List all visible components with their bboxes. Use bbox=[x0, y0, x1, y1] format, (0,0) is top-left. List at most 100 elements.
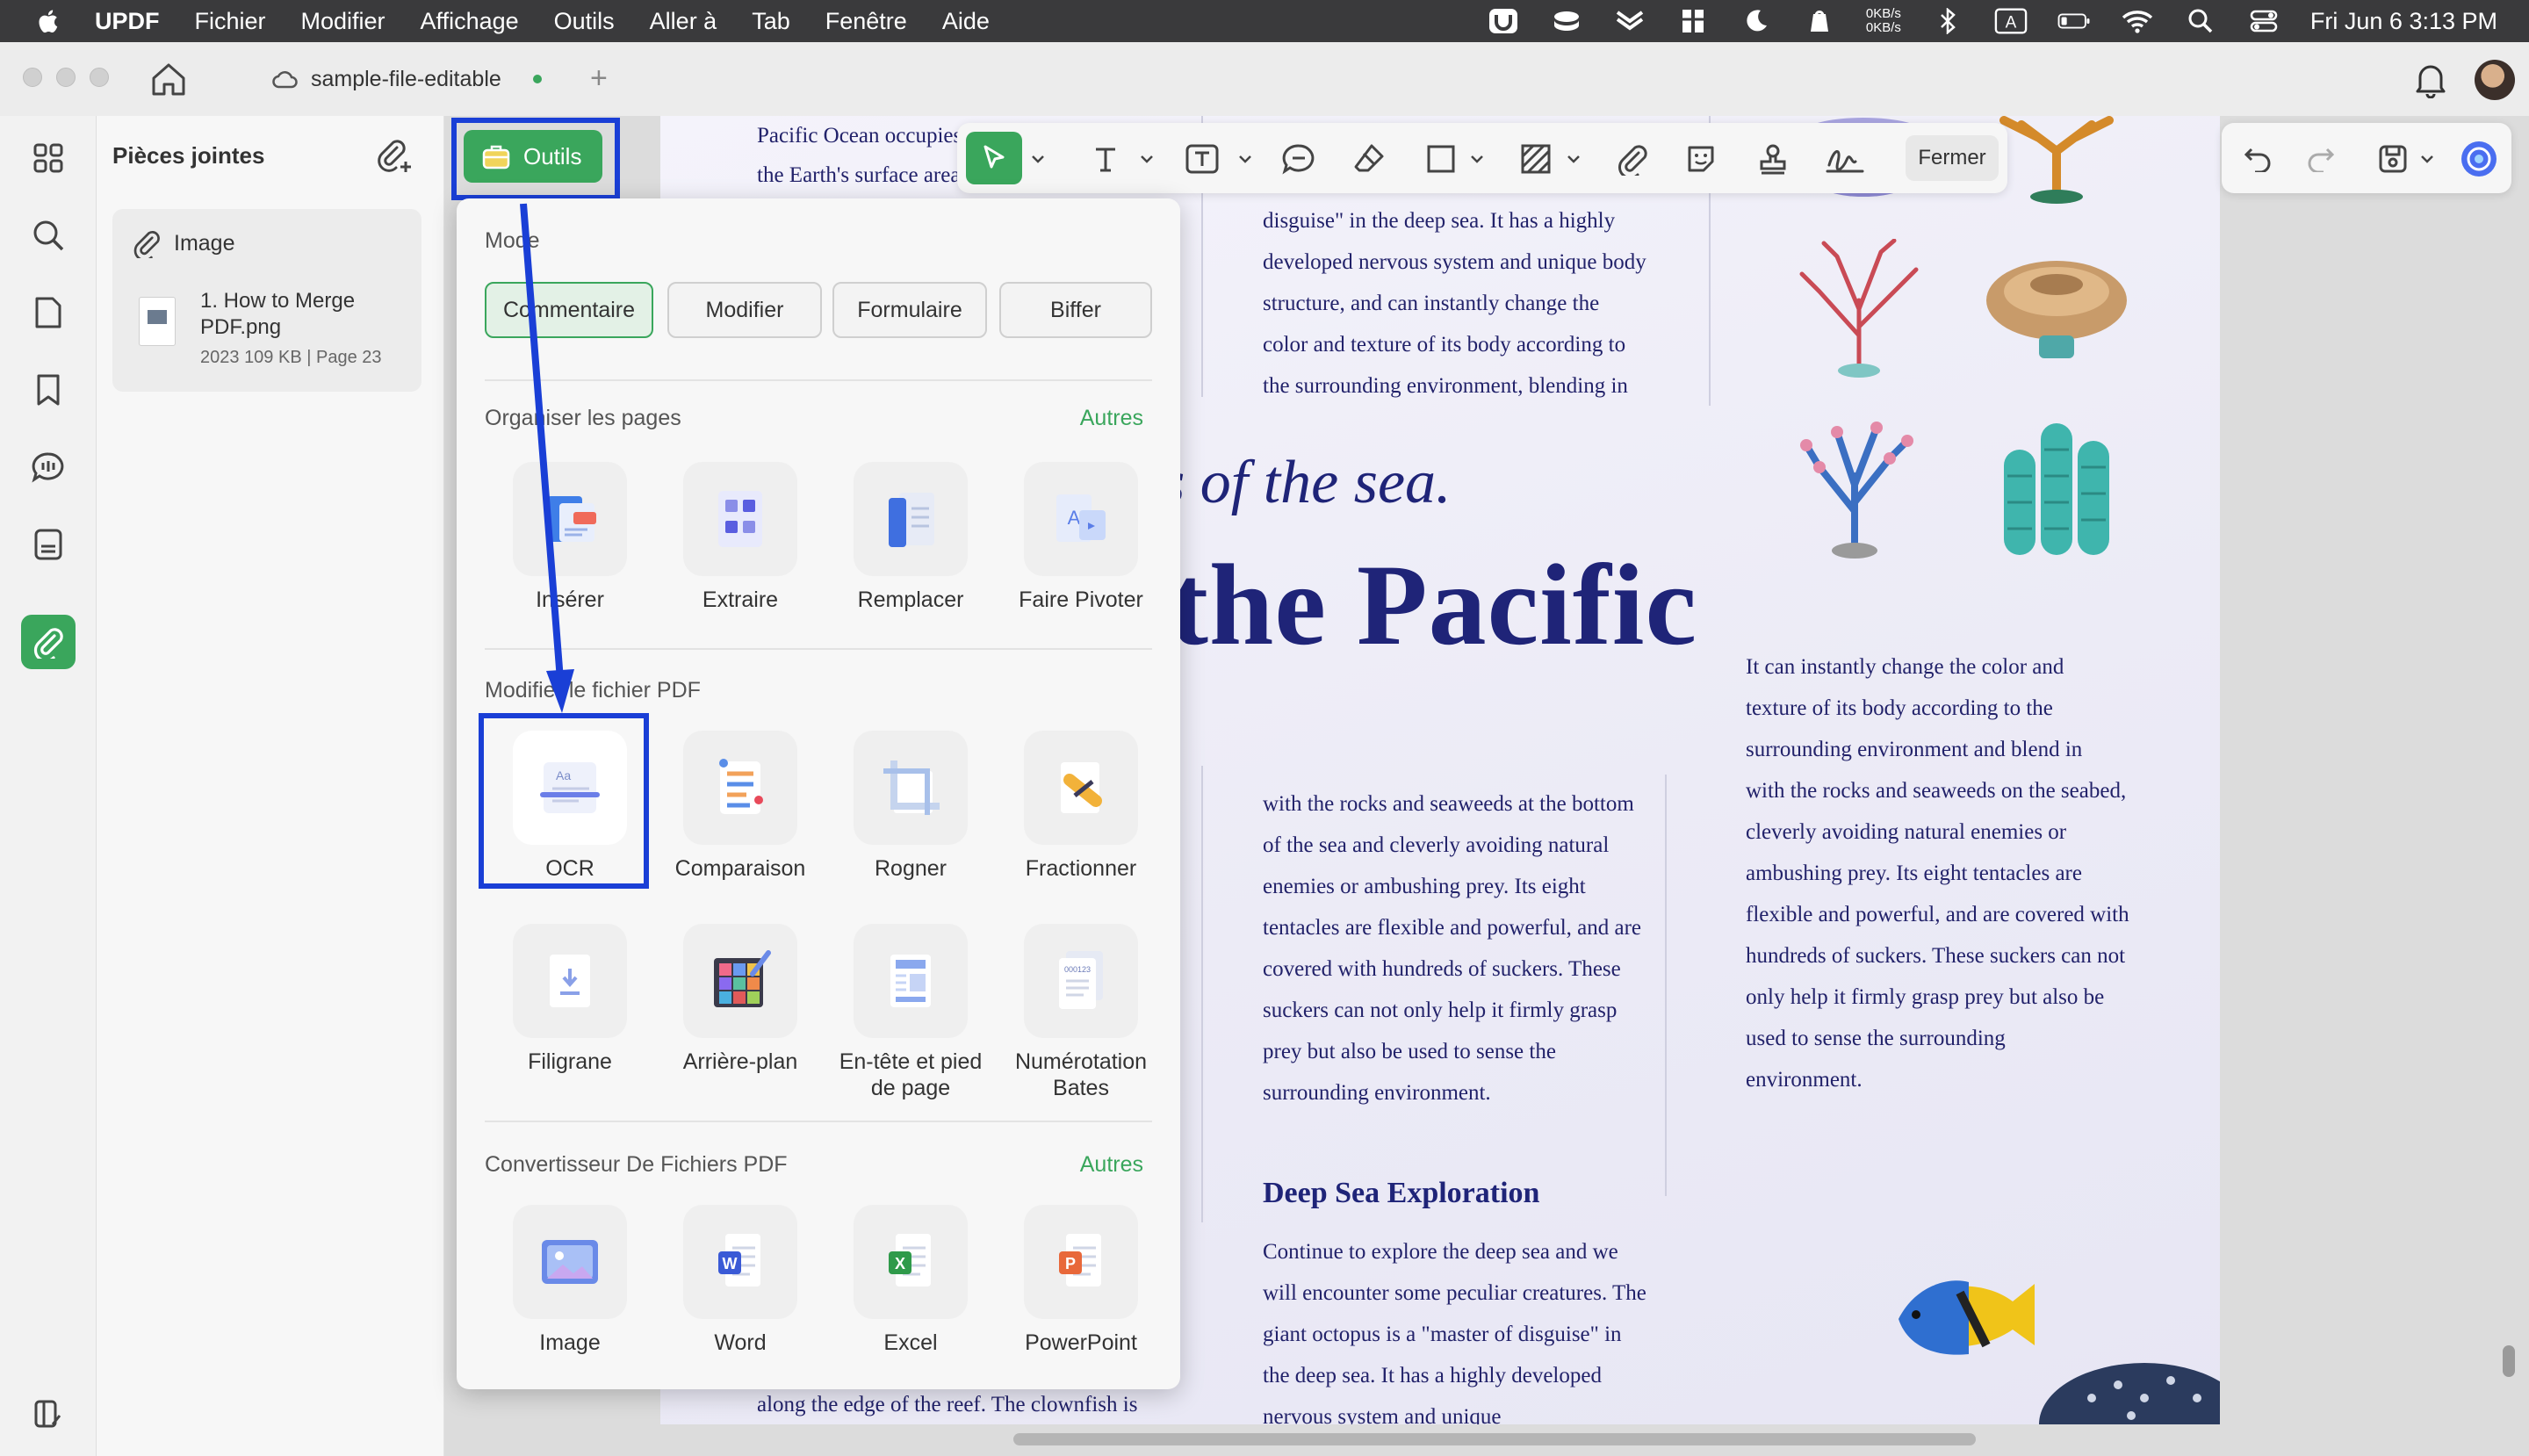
updf-status-icon[interactable] bbox=[1487, 8, 1520, 34]
bookmark-icon[interactable] bbox=[29, 371, 68, 409]
window-zoom-button[interactable] bbox=[90, 68, 109, 87]
page-col-left-top: Pacific Ocean occupies the Earth's surfac… bbox=[757, 124, 962, 187]
user-avatar[interactable] bbox=[2475, 60, 2515, 100]
close-toolbar-button[interactable]: Fermer bbox=[1906, 135, 1999, 181]
sticker-tool-icon[interactable] bbox=[1681, 139, 1721, 179]
tool-faire-pivoter[interactable]: A Faire Pivoter bbox=[996, 462, 1166, 613]
tool-convert-image[interactable]: Image bbox=[485, 1205, 655, 1356]
apple-icon[interactable] bbox=[35, 8, 60, 34]
thumbnails-icon[interactable] bbox=[29, 139, 68, 177]
save-icon[interactable] bbox=[2373, 139, 2413, 179]
section-heading: Deep Sea Exploration bbox=[1263, 1177, 1540, 1209]
bookmark-tray-icon[interactable] bbox=[1676, 8, 1710, 34]
menu-aide[interactable]: Aide bbox=[942, 8, 990, 35]
crop-icon bbox=[854, 731, 968, 845]
chevron-down-icon[interactable] bbox=[1468, 146, 1486, 172]
menu-outils[interactable]: Outils bbox=[554, 8, 615, 35]
input-source-icon[interactable]: A bbox=[1994, 8, 2028, 34]
vertical-scrollbar[interactable] bbox=[2503, 1345, 2515, 1377]
tool-convert-word[interactable]: W Word bbox=[655, 1205, 825, 1356]
tool-extraire[interactable]: Extraire bbox=[655, 462, 825, 613]
mode-formulaire-button[interactable]: Formulaire bbox=[832, 282, 987, 338]
tool-fractionner[interactable]: Fractionner bbox=[996, 731, 1166, 882]
chevron-down-icon[interactable] bbox=[2418, 146, 2436, 172]
mode-section-title: Mode bbox=[485, 228, 540, 253]
chevron-down-icon[interactable] bbox=[1236, 146, 1254, 172]
area-highlight-icon[interactable] bbox=[1516, 139, 1556, 179]
textbox-tool-icon[interactable] bbox=[1182, 139, 1222, 179]
undo-icon[interactable] bbox=[2237, 139, 2278, 179]
tool-inserer[interactable]: Insérer bbox=[485, 462, 655, 613]
menu-modifier[interactable]: Modifier bbox=[301, 8, 385, 35]
spotlight-search-icon[interactable] bbox=[2184, 8, 2217, 34]
tool-arriere-plan[interactable]: Arrière-plan bbox=[655, 924, 825, 1075]
shape-tool-icon[interactable] bbox=[1421, 139, 1461, 179]
redo-icon[interactable] bbox=[2301, 139, 2341, 179]
document-tab[interactable]: sample-file-editable bbox=[272, 58, 542, 100]
menu-fichier[interactable]: Fichier bbox=[195, 8, 266, 35]
convert-more-link[interactable]: Autres bbox=[1080, 1152, 1143, 1178]
stamp-list-icon[interactable] bbox=[29, 525, 68, 564]
tool-filigrane[interactable]: Filigrane bbox=[485, 924, 655, 1075]
tool-convert-excel[interactable]: X Excel bbox=[825, 1205, 996, 1356]
tool-comparaison[interactable]: Comparaison bbox=[655, 731, 825, 882]
attachment-card[interactable]: Image 1. How to Merge PDF.png 2023 109 K… bbox=[112, 209, 422, 392]
add-attachment-icon[interactable] bbox=[376, 137, 414, 176]
outils-highlight-frame bbox=[451, 118, 620, 200]
signature-tool-icon[interactable] bbox=[1825, 139, 1865, 179]
menu-aller-a[interactable]: Aller à bbox=[650, 8, 717, 35]
chevron-down-icon[interactable] bbox=[1138, 146, 1156, 172]
background-icon bbox=[683, 924, 797, 1038]
mode-commentaire-button[interactable]: Commentaire bbox=[485, 282, 653, 338]
download-icon[interactable] bbox=[1613, 8, 1646, 34]
battery-icon[interactable] bbox=[2057, 8, 2091, 34]
attachments-icon[interactable] bbox=[21, 615, 76, 669]
section-divider bbox=[485, 379, 1152, 381]
select-tool-button[interactable] bbox=[966, 132, 1022, 184]
search-icon[interactable] bbox=[29, 216, 68, 255]
tool-remplacer[interactable]: Remplacer bbox=[825, 462, 996, 613]
page-heading-italic: s of the sea. bbox=[1161, 449, 1452, 516]
new-tab-button[interactable]: + bbox=[590, 61, 608, 96]
mode-biffer-button[interactable]: Biffer bbox=[999, 282, 1152, 338]
svg-text:W: W bbox=[723, 1255, 738, 1272]
text-tool-icon[interactable] bbox=[1085, 139, 1126, 179]
bag-icon[interactable] bbox=[1803, 8, 1836, 34]
attachment-file-meta: 2023 109 KB | Page 23 bbox=[200, 348, 382, 367]
menu-fenetre[interactable]: Fenêtre bbox=[825, 8, 907, 35]
notification-bell-icon[interactable] bbox=[2413, 61, 2448, 98]
stamp-tool-icon[interactable] bbox=[1753, 139, 1793, 179]
control-center-icon[interactable] bbox=[2247, 8, 2280, 34]
home-icon[interactable] bbox=[149, 61, 188, 97]
column-divider bbox=[1201, 766, 1203, 1222]
tool-numerotation-bates[interactable]: 000123 Numérotation Bates bbox=[996, 924, 1166, 1101]
comments-icon[interactable] bbox=[29, 448, 68, 487]
sync-status-dot bbox=[532, 75, 542, 83]
tool-convert-powerpoint[interactable]: P PowerPoint bbox=[996, 1205, 1166, 1356]
drive-icon[interactable] bbox=[1550, 8, 1583, 34]
tool-entete-pied[interactable]: En-tête et pied de page bbox=[825, 924, 996, 1101]
eraser-tool-icon[interactable] bbox=[1349, 139, 1389, 179]
attach-file-tool-icon[interactable] bbox=[1612, 139, 1653, 179]
window-close-button[interactable] bbox=[23, 68, 42, 87]
organize-more-link[interactable]: Autres bbox=[1080, 406, 1143, 431]
mode-modifier-button[interactable]: Modifier bbox=[667, 282, 822, 338]
watermark-icon bbox=[513, 924, 627, 1038]
sidebar-collapse-icon[interactable] bbox=[29, 1395, 68, 1433]
chevron-down-icon[interactable] bbox=[1565, 146, 1582, 172]
bluetooth-icon[interactable] bbox=[1931, 8, 1964, 34]
menu-app-name[interactable]: UPDF bbox=[95, 8, 160, 35]
horizontal-scrollbar[interactable] bbox=[1013, 1433, 1976, 1445]
comment-tool-icon[interactable] bbox=[1279, 139, 1319, 179]
menu-affichage[interactable]: Affichage bbox=[421, 8, 519, 35]
chevron-down-icon[interactable] bbox=[1029, 146, 1047, 172]
moon-icon[interactable] bbox=[1740, 8, 1773, 34]
tool-rogner[interactable]: Rogner bbox=[825, 731, 996, 882]
menu-tab[interactable]: Tab bbox=[752, 8, 790, 35]
menubar-clock[interactable]: Fri Jun 6 3:13 PM bbox=[2310, 8, 2497, 35]
ai-assistant-icon[interactable] bbox=[2459, 139, 2499, 179]
wifi-icon[interactable] bbox=[2121, 8, 2154, 34]
window-minimize-button[interactable] bbox=[56, 68, 76, 87]
pages-icon[interactable] bbox=[29, 293, 68, 332]
section-divider bbox=[485, 1121, 1152, 1122]
